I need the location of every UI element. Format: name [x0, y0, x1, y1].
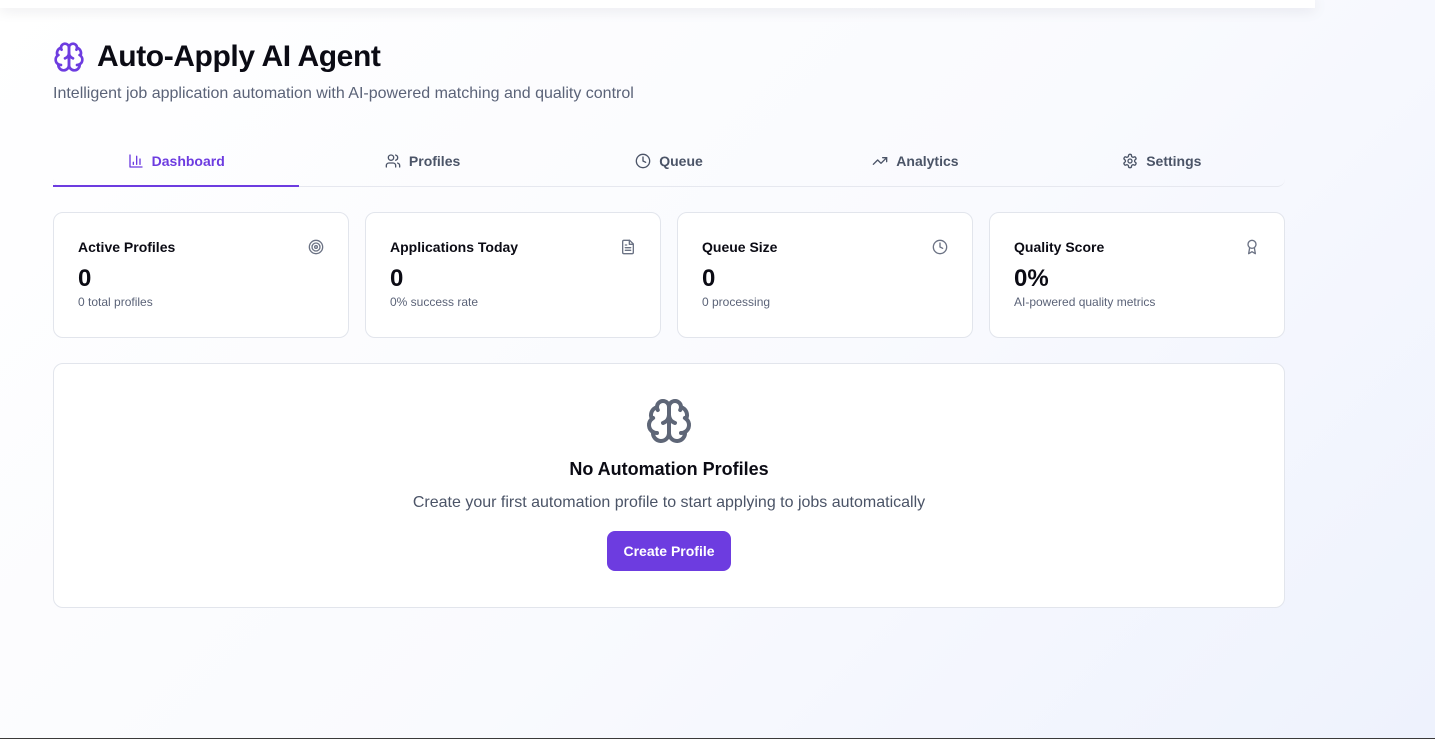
empty-state-title: No Automation Profiles	[569, 459, 769, 479]
stat-value: 0%	[1014, 265, 1049, 292]
stat-subtext: 0 total profiles	[78, 295, 153, 309]
empty-state-card: No Automation Profiles Create your first…	[53, 363, 1285, 608]
tab-profiles[interactable]: Profiles	[299, 136, 545, 186]
page-subtitle: Intelligent job application automation w…	[53, 85, 634, 102]
tab-dashboard[interactable]: Dashboard	[53, 136, 300, 187]
create-profile-button[interactable]: Create Profile	[607, 531, 731, 571]
page-header: Auto-Apply AI Agent	[53, 40, 1285, 74]
stat-label: Applications Today	[390, 239, 519, 255]
stats-row: Active Profiles 0 0 total profiles Appli…	[53, 212, 1285, 338]
stat-card-quality-score: Quality Score 0% AI-powered quality metr…	[989, 212, 1285, 338]
tab-label: Dashboard	[151, 153, 225, 169]
stat-value: 0	[702, 265, 716, 292]
top-bar-shadow	[0, 0, 1315, 8]
clock-icon	[635, 153, 651, 169]
stat-card-queue-size: Queue Size 0 0 processing	[677, 212, 973, 338]
tab-bar: Dashboard Profiles Queue Analytics Setti…	[53, 136, 1285, 187]
empty-state-description: Create your first automation profile to …	[412, 494, 926, 511]
stat-subtext: 0% success rate	[390, 295, 479, 309]
tab-label: Settings	[1146, 153, 1202, 169]
stat-subtext: AI-powered quality metrics	[1014, 295, 1156, 309]
gear-icon	[1122, 153, 1138, 169]
tab-queue[interactable]: Queue	[546, 136, 792, 186]
stat-label: Queue Size	[702, 239, 778, 255]
brain-icon	[53, 41, 85, 73]
tab-label: Analytics	[896, 153, 959, 169]
tab-label: Queue	[659, 153, 703, 169]
tab-analytics[interactable]: Analytics	[792, 136, 1038, 186]
tab-label: Profiles	[408, 153, 461, 169]
stat-value: 0	[390, 265, 404, 292]
clock-icon	[932, 239, 948, 255]
stat-subtext: 0 processing	[702, 295, 771, 309]
tab-settings[interactable]: Settings	[1039, 136, 1285, 186]
brain-icon	[645, 397, 693, 445]
stat-card-applications-today: Applications Today 0 0% success rate	[365, 212, 661, 338]
stat-label: Active Profiles	[78, 239, 176, 255]
award-icon	[1244, 239, 1260, 255]
target-icon	[308, 239, 324, 255]
page-title: Auto-Apply AI Agent	[97, 40, 381, 73]
document-icon	[620, 239, 636, 255]
users-icon	[385, 153, 401, 169]
stat-value: 0	[78, 265, 92, 292]
trending-up-icon	[872, 153, 888, 169]
stat-card-active-profiles: Active Profiles 0 0 total profiles	[53, 212, 349, 338]
main-container: Auto-Apply AI Agent Intelligent job appl…	[53, 40, 1285, 608]
stat-label: Quality Score	[1014, 239, 1105, 255]
bar-chart-icon	[128, 153, 144, 169]
